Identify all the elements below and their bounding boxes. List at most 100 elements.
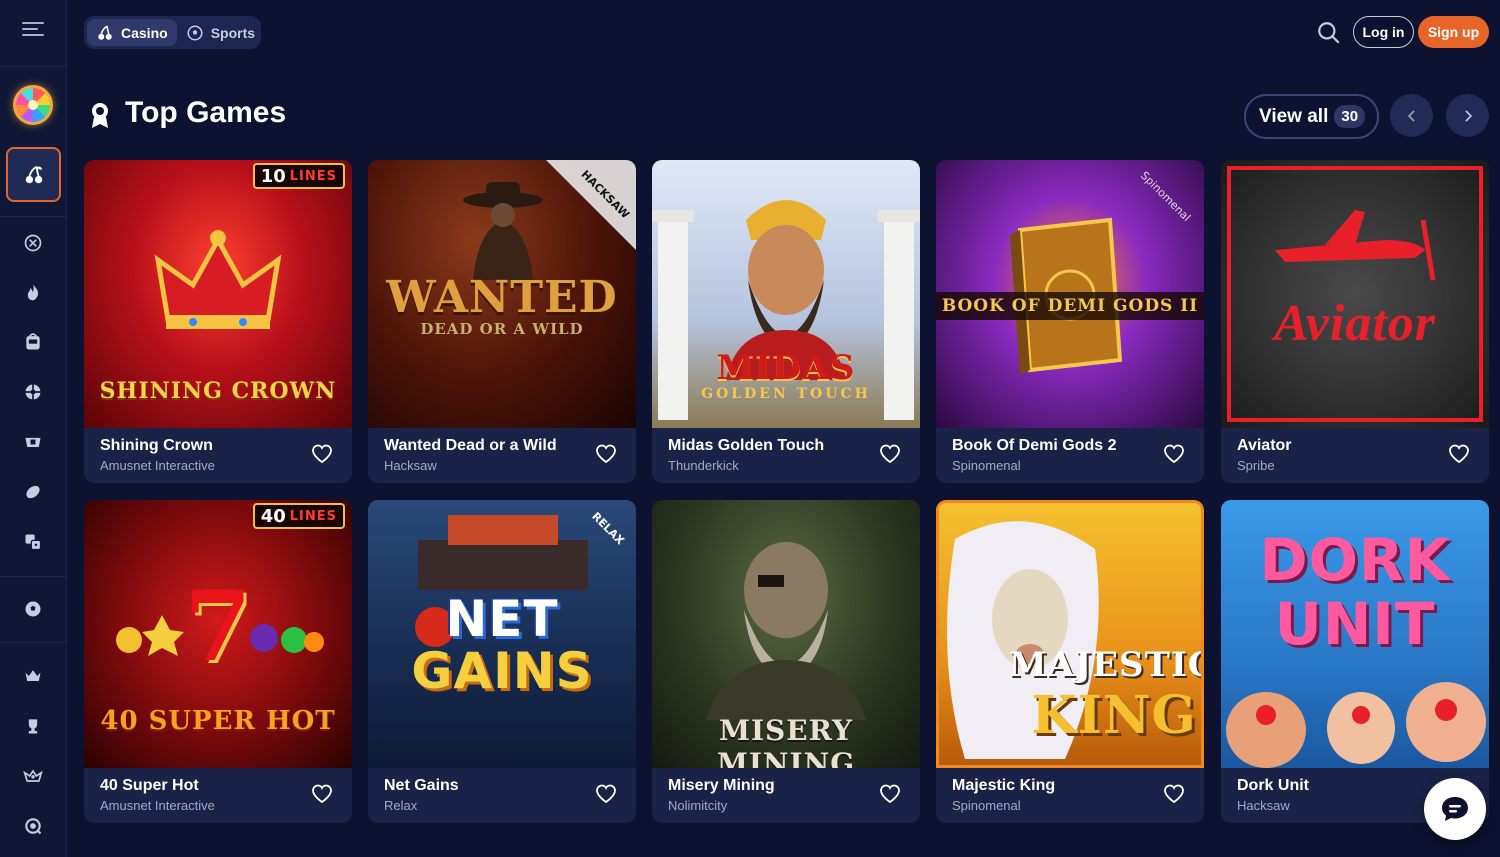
sidebar-item-casino[interactable] bbox=[6, 147, 61, 202]
sidebar-item-support[interactable] bbox=[15, 808, 51, 844]
game-card-shining-crown[interactable]: 10 LINES SHINING CROWN Shining Crown Amus… bbox=[84, 160, 352, 483]
chevron-right-icon bbox=[1464, 109, 1472, 122]
heart-icon[interactable] bbox=[878, 782, 902, 806]
game-card-midas-golden-touch[interactable]: MIDAS GOLDEN TOUCH Midas Golden Touch Th… bbox=[652, 160, 920, 483]
plane-icon bbox=[1275, 210, 1436, 281]
sidebar-item-table-games[interactable] bbox=[15, 424, 51, 460]
game-thumbnail: RELAX NET GAINS bbox=[368, 500, 636, 768]
next-button[interactable] bbox=[1446, 94, 1489, 137]
sidebar-item-sports[interactable] bbox=[15, 591, 51, 627]
game-card-wanted-dead-or-a-wild[interactable]: HACKSAW WANTED DEAD OR A WILD Wanted Dea… bbox=[368, 160, 636, 483]
mode-switch: Casino Sports bbox=[84, 16, 261, 49]
clowns-illustration bbox=[1226, 682, 1486, 768]
game-card-book-of-demi-gods-2[interactable]: Spinomenal BOOK OF DEMI GODS II Book Of … bbox=[936, 160, 1204, 483]
heart-icon[interactable] bbox=[1162, 782, 1186, 806]
card-info: Midas Golden Touch Thunderkick bbox=[652, 428, 920, 483]
art-subtitle: GAINS bbox=[411, 642, 593, 700]
game-card-misery-mining[interactable]: MISERY MINING Misery Mining Nolimitcity bbox=[652, 500, 920, 823]
art-title: WANTED bbox=[386, 272, 618, 323]
sidebar-item-live[interactable] bbox=[15, 225, 51, 261]
chat-button[interactable] bbox=[1424, 778, 1486, 840]
game-thumbnail: Spinomenal BOOK OF DEMI GODS II bbox=[936, 160, 1204, 428]
art-title: NET bbox=[445, 590, 559, 648]
heart-icon[interactable] bbox=[1447, 442, 1471, 466]
game-provider: Spribe bbox=[1237, 458, 1275, 473]
game-card-dork-unit[interactable]: DORK UNIT Dork Unit Hacksaw bbox=[1221, 500, 1489, 823]
game-card-net-gains[interactable]: RELAX NET GAINS Net Gains Relax bbox=[368, 500, 636, 823]
game-provider: Thunderkick bbox=[668, 458, 739, 473]
boat-illustration bbox=[418, 515, 588, 590]
art-title: MAJESTIC bbox=[1009, 645, 1204, 685]
sidebar-divider bbox=[0, 642, 67, 643]
heart-icon[interactable] bbox=[594, 782, 618, 806]
sidebar-item-promotions[interactable] bbox=[15, 758, 51, 794]
game-thumbnail: DORK UNIT bbox=[1221, 500, 1489, 768]
heart-icon[interactable] bbox=[594, 442, 618, 466]
soccer-ball-icon bbox=[25, 601, 41, 617]
cherries-icon bbox=[25, 165, 42, 183]
art-title: SHINING CROWN bbox=[99, 378, 337, 404]
tab-sports[interactable]: Sports bbox=[177, 19, 264, 46]
game-card-aviator[interactable]: Aviator Aviator Spribe bbox=[1221, 160, 1489, 483]
login-button[interactable]: Log in bbox=[1353, 16, 1414, 48]
signup-button[interactable]: Sign up bbox=[1418, 16, 1489, 48]
view-all-label: View all bbox=[1259, 105, 1329, 127]
sidebar-item-tournaments[interactable] bbox=[15, 708, 51, 744]
view-all-count: 30 bbox=[1334, 105, 1366, 128]
fire-icon bbox=[27, 283, 39, 301]
game-card-40-super-hot[interactable]: 40 LINES 7 40 SUPER HOT 40 Super Hot Amus… bbox=[84, 500, 352, 823]
game-title: Majestic King bbox=[952, 777, 1056, 794]
trophy-icon bbox=[28, 719, 38, 734]
crown-icon bbox=[25, 670, 41, 681]
game-thumbnail: MAJESTIC KING bbox=[936, 500, 1204, 768]
chat-bubble-icon bbox=[1442, 797, 1468, 821]
card-info: Majestic King Spinomenal bbox=[936, 768, 1204, 823]
heart-icon[interactable] bbox=[310, 782, 334, 806]
heart-icon[interactable] bbox=[1162, 442, 1186, 466]
search-button[interactable] bbox=[1316, 20, 1342, 46]
chevron-left-icon bbox=[1407, 109, 1415, 122]
art-subtitle: GOLDEN TOUCH bbox=[701, 386, 871, 402]
award-icon bbox=[92, 103, 108, 128]
game-thumbnail: Aviator bbox=[1221, 160, 1489, 428]
fortune-wheel-icon[interactable] bbox=[13, 85, 53, 125]
sidebar-item-hot[interactable] bbox=[15, 274, 51, 310]
prev-button[interactable] bbox=[1390, 94, 1433, 137]
card-table-icon bbox=[25, 437, 41, 447]
game-title: Misery Mining bbox=[668, 777, 775, 794]
miner-portrait bbox=[706, 542, 866, 720]
art-title: MIDAS bbox=[716, 348, 856, 388]
art-subtitle: KING bbox=[1031, 685, 1197, 746]
view-all-button[interactable]: View all 30 bbox=[1244, 94, 1379, 139]
cowboy-silhouette bbox=[463, 182, 543, 280]
heart-icon[interactable] bbox=[310, 442, 334, 466]
game-thumbnail: MIDAS GOLDEN TOUCH bbox=[652, 160, 920, 428]
tab-casino[interactable]: Casino bbox=[87, 19, 177, 46]
heart-icon[interactable] bbox=[878, 442, 902, 466]
tab-casino-label: Casino bbox=[121, 24, 168, 41]
game-provider: Amusnet Interactive bbox=[100, 798, 215, 813]
game-thumbnail: HACKSAW WANTED DEAD OR A WILD bbox=[368, 160, 636, 428]
sidebar-item-game-shows[interactable] bbox=[15, 524, 51, 560]
soccer-ball-icon bbox=[187, 25, 203, 40]
card-info: 40 Super Hot Amusnet Interactive bbox=[84, 768, 352, 823]
tab-sports-label: Sports bbox=[210, 24, 256, 41]
menu-icon[interactable] bbox=[22, 22, 44, 40]
game-card-majestic-king[interactable]: MAJESTIC KING Majestic King Spinomenal bbox=[936, 500, 1204, 823]
sidebar-item-vip[interactable] bbox=[15, 658, 51, 694]
sidebar-item-sports-ball[interactable] bbox=[15, 474, 51, 510]
game-title: Midas Golden Touch bbox=[668, 437, 825, 454]
game-title: Shining Crown bbox=[100, 437, 213, 454]
game-title: Aviator bbox=[1237, 437, 1292, 454]
game-provider: Spinomenal bbox=[952, 798, 1021, 813]
game-provider: Amusnet Interactive bbox=[100, 458, 215, 473]
sidebar-item-roulette[interactable] bbox=[15, 374, 51, 410]
game-provider: Nolimitcity bbox=[668, 798, 728, 813]
sidebar-item-slots[interactable] bbox=[15, 324, 51, 360]
game-title: Net Gains bbox=[384, 777, 459, 794]
game-title: 40 Super Hot bbox=[100, 777, 199, 794]
rank-icon bbox=[23, 769, 43, 782]
art-title: Aviator bbox=[1273, 295, 1437, 352]
game-title: Wanted Dead or a Wild bbox=[384, 437, 557, 454]
provider-tag: Spinomenal bbox=[1137, 168, 1194, 225]
